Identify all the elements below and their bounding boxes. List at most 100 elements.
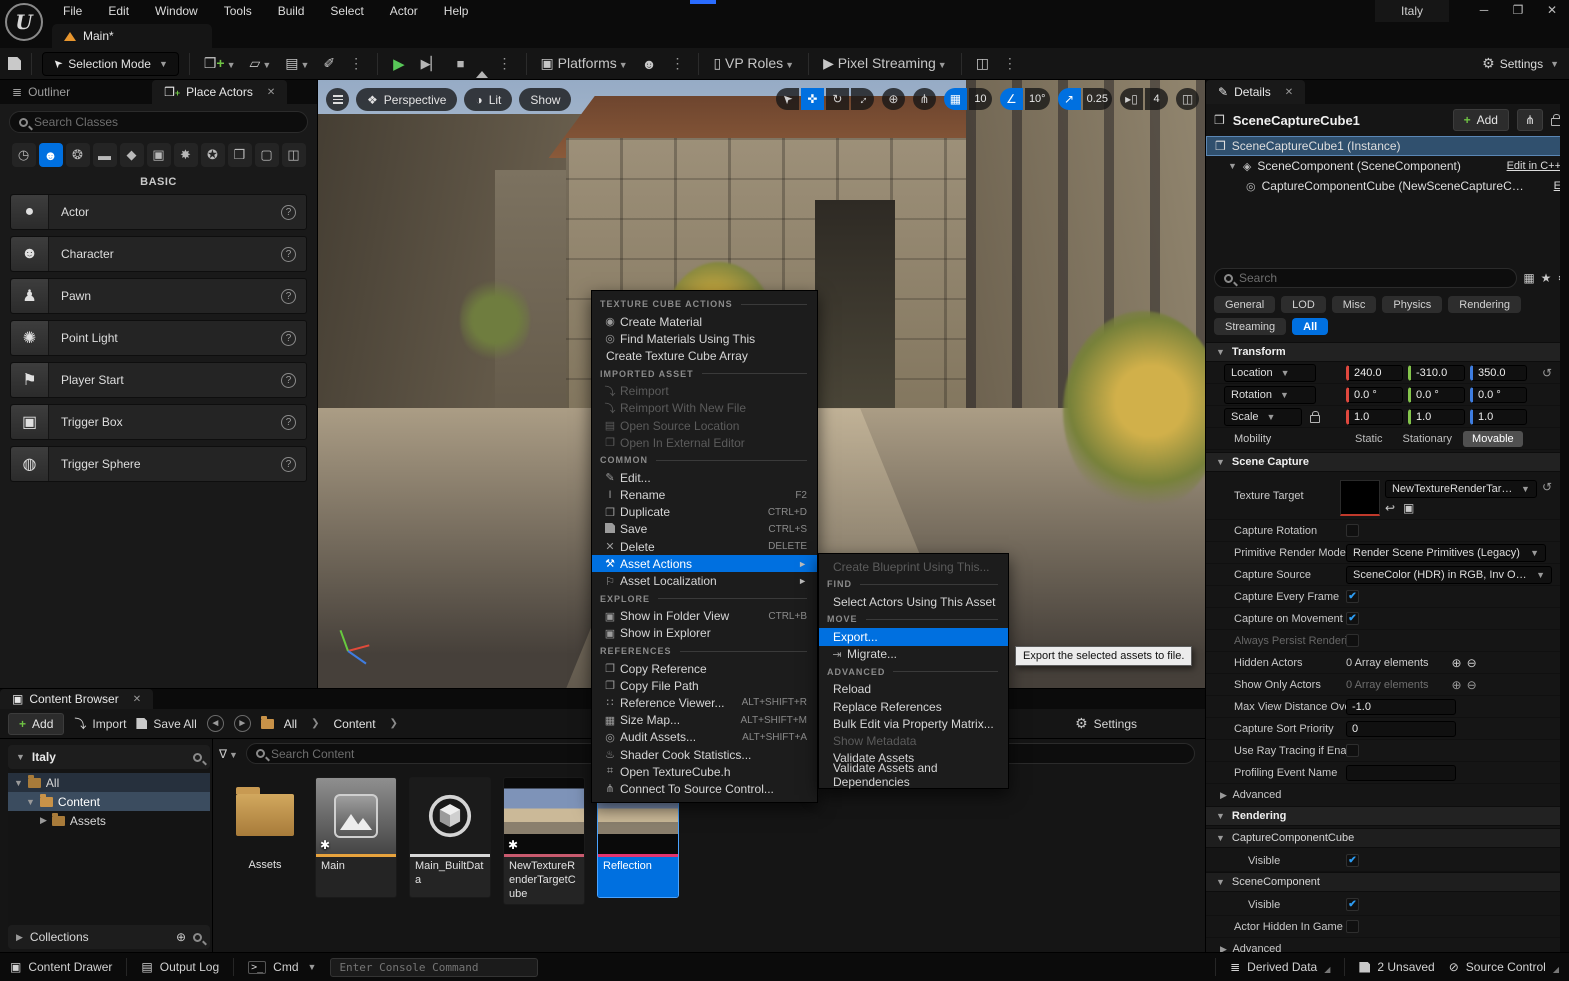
menu-window[interactable]: Window bbox=[142, 0, 211, 22]
menu-item-edit[interactable]: ✎Edit... bbox=[592, 469, 817, 486]
menu-item-shader-cook-statistics[interactable]: ♨Shader Cook Statistics... bbox=[592, 746, 817, 763]
source-control-button[interactable]: ⊘Source Control◢ bbox=[1449, 960, 1559, 974]
component-tree-capture-component[interactable]: ◎ CaptureComponentCube (NewSceneCaptureC… bbox=[1206, 176, 1569, 196]
camera-speed-value[interactable]: 4 bbox=[1145, 88, 1168, 110]
collapse-arrow-icon[interactable]: ▼ bbox=[14, 778, 23, 788]
location-dropdown[interactable]: Location▼ bbox=[1224, 364, 1316, 382]
use-selected-asset-icon[interactable]: ↩ bbox=[1385, 501, 1395, 515]
add-array-element-icon[interactable]: ⊕ bbox=[1452, 656, 1462, 670]
close-tab-icon[interactable]: ✕ bbox=[267, 87, 275, 98]
collapse-arrow-icon[interactable]: ▼ bbox=[16, 752, 25, 762]
browse-to-asset-icon[interactable]: ▣ bbox=[1403, 501, 1414, 515]
rotation-snap-value[interactable]: 10° bbox=[1025, 88, 1050, 110]
empty-array-icon[interactable]: ⊖ bbox=[1467, 678, 1477, 692]
search-classes-field[interactable]: Search Classes bbox=[9, 111, 308, 133]
tab-outliner[interactable]: ≣ Outliner bbox=[0, 80, 82, 104]
surface-snap-icon[interactable]: ⋔ bbox=[913, 88, 936, 110]
mobility-static[interactable]: Static bbox=[1346, 431, 1392, 447]
add-array-element-icon[interactable]: ⊕ bbox=[1452, 678, 1462, 692]
submenu-item-validate-assets-dependencies[interactable]: Validate Assets and Dependencies bbox=[819, 767, 1008, 784]
menu-build[interactable]: Build bbox=[265, 0, 318, 22]
actor-item-trigger-box[interactable]: ▣ Trigger Box ? bbox=[10, 404, 307, 440]
add-collection-icon[interactable]: ⊕ bbox=[176, 930, 186, 944]
tab-content-browser[interactable]: ▣ Content Browser ✕ bbox=[0, 689, 153, 709]
submenu-item-reload[interactable]: Reload bbox=[819, 681, 1008, 698]
menu-item-reference-viewer[interactable]: ∷Reference Viewer...ALT+SHIFT+R bbox=[592, 694, 817, 711]
section-scene-capture[interactable]: ▼Scene Capture bbox=[1206, 452, 1562, 472]
category-volumes-icon[interactable]: ▢ bbox=[255, 143, 279, 167]
actor-hidden-checkbox[interactable] bbox=[1346, 920, 1359, 933]
location-y-field[interactable]: -310.0 bbox=[1408, 365, 1465, 381]
rotation-dropdown[interactable]: Rotation▼ bbox=[1224, 386, 1316, 404]
visible-checkbox[interactable]: ✔ bbox=[1346, 854, 1359, 867]
expand-arrow-icon[interactable]: ▶ bbox=[16, 932, 23, 943]
filter-misc[interactable]: Misc bbox=[1332, 296, 1377, 313]
menu-item-copy-file-path[interactable]: ❐Copy File Path bbox=[592, 677, 817, 694]
display-filter-icon[interactable]: ▦ bbox=[1523, 271, 1534, 285]
close-button[interactable]: ✕ bbox=[1535, 0, 1569, 22]
section-capture-component-cube[interactable]: ▼CaptureComponentCube bbox=[1206, 828, 1562, 848]
menu-select[interactable]: Select bbox=[317, 0, 376, 22]
select-tool-icon[interactable]: ➤ bbox=[776, 88, 799, 110]
collapse-arrow-icon[interactable]: ▼ bbox=[26, 797, 35, 807]
save-all-button[interactable]: Save All bbox=[136, 717, 196, 731]
collections-bar[interactable]: ▶ Collections ⊕ bbox=[8, 925, 210, 949]
menu-item-delete[interactable]: ✕DeleteDELETE bbox=[592, 538, 817, 555]
asset-tile-assets-folder[interactable]: Assets bbox=[227, 777, 303, 871]
menu-item-save[interactable]: SaveCTRL+S bbox=[592, 521, 817, 538]
component-tree-root[interactable]: ❒ SceneCaptureCube1 (Instance) bbox=[1206, 136, 1569, 156]
tree-item-assets[interactable]: ▶ Assets bbox=[8, 811, 210, 830]
actor-item-character[interactable]: ☻ Character ? bbox=[10, 236, 307, 272]
help-icon[interactable]: ? bbox=[281, 289, 296, 304]
expand-arrow-icon[interactable]: ▼ bbox=[1228, 161, 1237, 171]
menu-item-find-materials[interactable]: ◎Find Materials Using This bbox=[592, 330, 817, 347]
asset-tile-main[interactable]: ✱ Main bbox=[315, 777, 397, 898]
add-component-button[interactable]: +Add bbox=[1453, 109, 1509, 131]
help-icon[interactable]: ? bbox=[281, 247, 296, 262]
section-transform[interactable]: ▼Transform bbox=[1206, 342, 1562, 362]
category-media-icon[interactable]: ✪ bbox=[201, 143, 225, 167]
menu-edit[interactable]: Edit bbox=[95, 0, 142, 22]
capture-source-dropdown[interactable]: SceneColor (HDR) in RGB, Inv Opacity▼ bbox=[1346, 566, 1552, 584]
close-tab-icon[interactable]: ✕ bbox=[1285, 87, 1293, 98]
max-view-distance-field[interactable]: -1.0 bbox=[1346, 699, 1456, 715]
viewport-options-icon[interactable] bbox=[326, 88, 349, 111]
scale-lock-icon[interactable] bbox=[1310, 415, 1320, 423]
selection-mode-dropdown[interactable]: ➤ Selection Mode ▼ bbox=[42, 52, 179, 76]
console-command-input[interactable] bbox=[330, 958, 538, 977]
platforms-dropdown[interactable]: ▣ Platforms▼ bbox=[537, 55, 632, 72]
actor-item-pawn[interactable]: ♟ Pawn ? bbox=[10, 278, 307, 314]
filter-funnel-icon[interactable]: ∇▼ bbox=[219, 747, 238, 761]
submenu-item-select-actors[interactable]: Select Actors Using This Asset bbox=[819, 593, 1008, 610]
filter-rendering[interactable]: Rendering bbox=[1448, 296, 1521, 313]
play-options-kebab[interactable]: ⋮ bbox=[494, 55, 516, 72]
save-level-icon[interactable] bbox=[8, 57, 21, 70]
menu-file[interactable]: File bbox=[50, 0, 95, 22]
empty-array-icon[interactable]: ⊖ bbox=[1467, 656, 1477, 670]
world-space-icon[interactable]: ⊕ bbox=[882, 88, 905, 110]
vp-roles-dropdown[interactable]: ▯ VP Roles▼ bbox=[709, 55, 798, 72]
restore-button[interactable]: ❐ bbox=[1501, 0, 1535, 22]
tab-place-actors[interactable]: ❒+ Place Actors ✕ bbox=[152, 80, 287, 104]
pixel-streaming-dropdown[interactable]: ▶ Pixel Streaming▼ bbox=[819, 55, 951, 72]
editor-modes-icon[interactable]: ✐ bbox=[319, 55, 339, 72]
help-icon[interactable]: ? bbox=[281, 373, 296, 388]
search-icon[interactable] bbox=[193, 933, 202, 942]
primitive-render-mode-dropdown[interactable]: Render Scene Primitives (Legacy)▼ bbox=[1346, 544, 1546, 562]
asset-tile-main-builtdata[interactable]: Main_BuiltData bbox=[409, 777, 491, 898]
menu-item-open-texturecube-h[interactable]: ⌗Open TextureCube.h bbox=[592, 763, 817, 780]
scale-y-field[interactable]: 1.0 bbox=[1408, 409, 1465, 425]
category-visual-icon[interactable]: ▣ bbox=[147, 143, 171, 167]
minimize-button[interactable]: ─ bbox=[1467, 0, 1501, 22]
menu-item-asset-actions[interactable]: ⚒Asset Actions► bbox=[592, 555, 817, 572]
location-x-field[interactable]: 240.0 bbox=[1346, 365, 1403, 381]
rotation-y-field[interactable]: 0.0 ° bbox=[1408, 387, 1465, 403]
filter-general[interactable]: General bbox=[1214, 296, 1275, 313]
menu-item-create-material[interactable]: ◉Create Material bbox=[592, 313, 817, 330]
content-browser-settings[interactable]: ⚙Settings bbox=[1075, 715, 1137, 732]
grid-snap-icon[interactable]: ▦ bbox=[944, 88, 967, 110]
help-icon[interactable]: ? bbox=[281, 415, 296, 430]
menu-item-size-map[interactable]: ▦Size Map...ALT+SHIFT+M bbox=[592, 712, 817, 729]
actor-item-actor[interactable]: ● Actor ? bbox=[10, 194, 307, 230]
menu-tools[interactable]: Tools bbox=[211, 0, 265, 22]
